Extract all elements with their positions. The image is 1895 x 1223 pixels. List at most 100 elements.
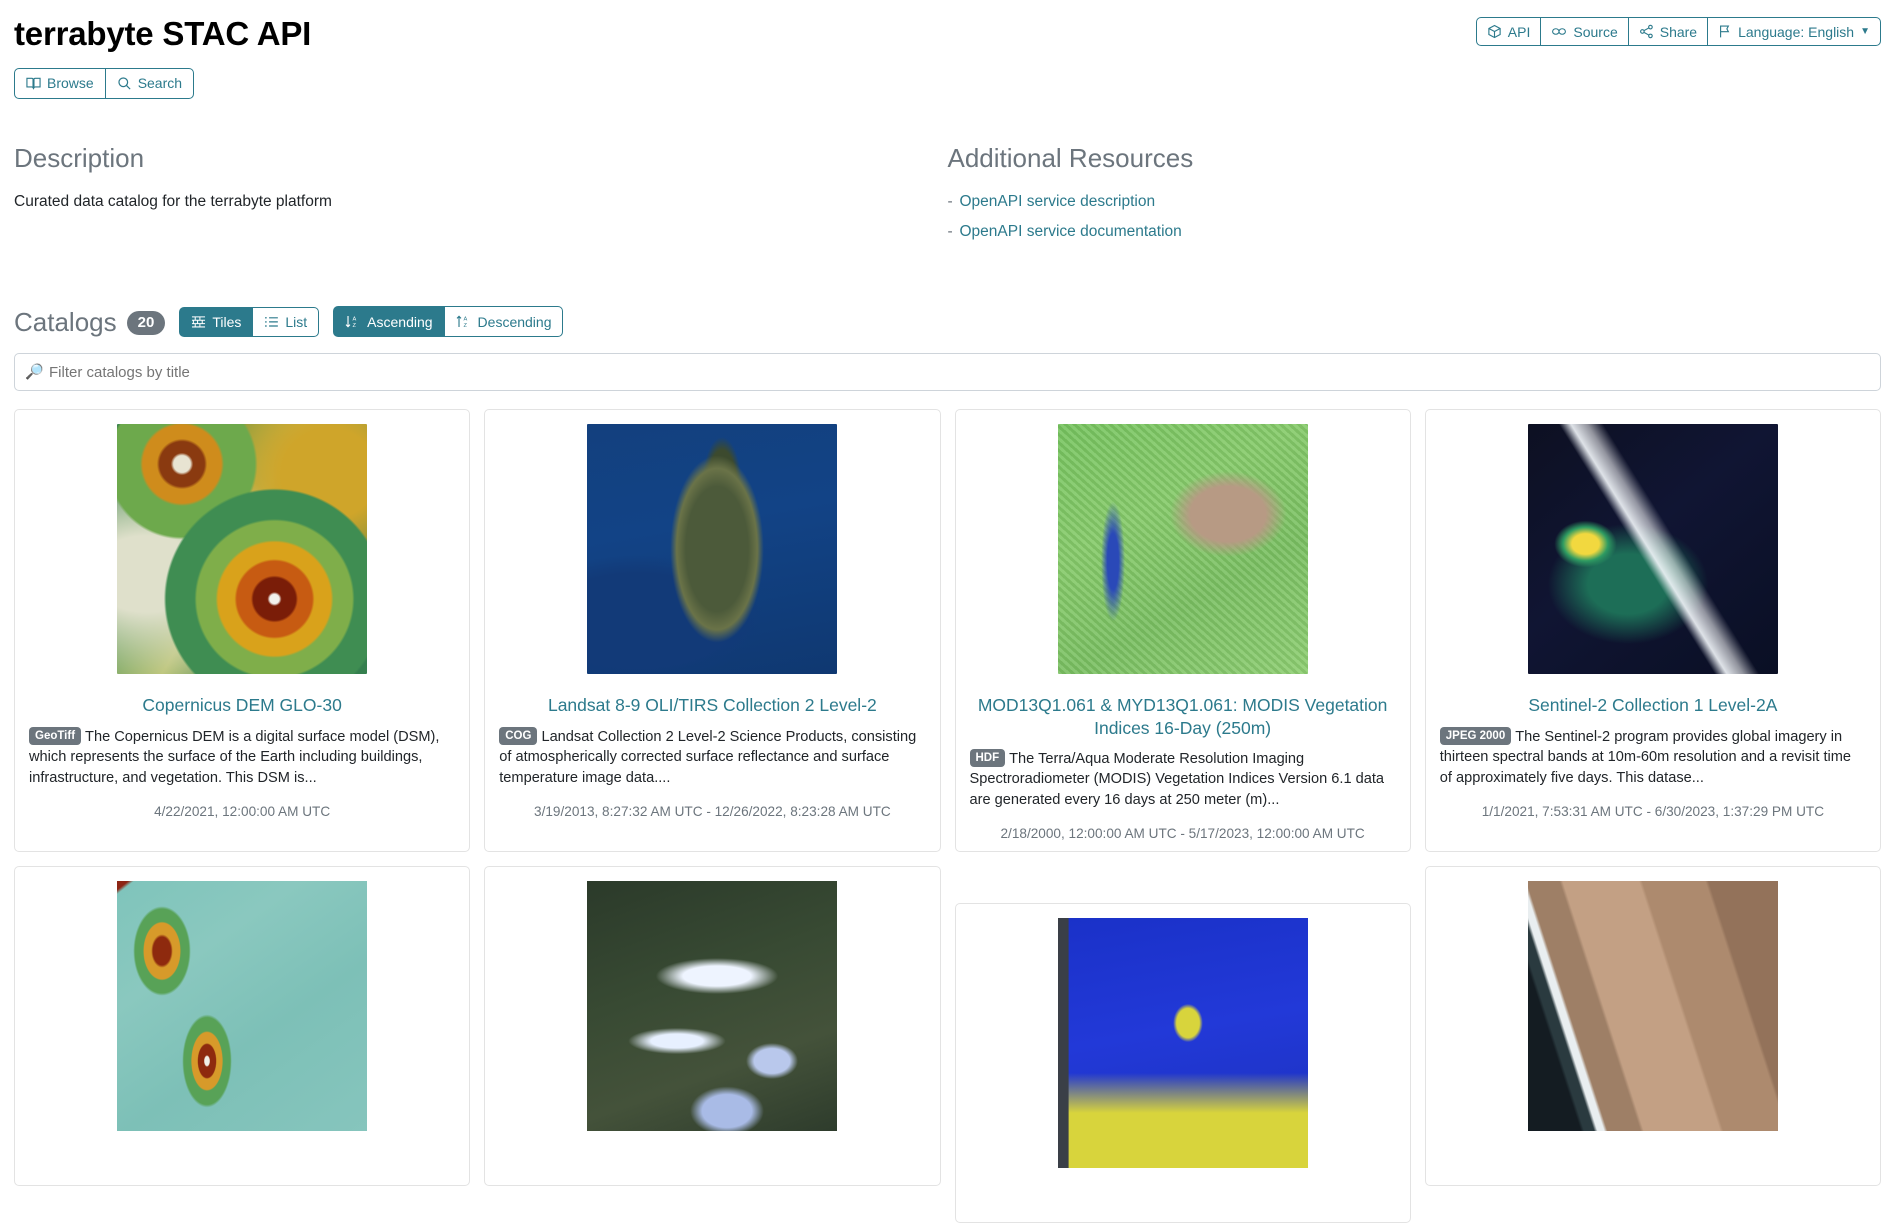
language-button[interactable]: Language: English ▼	[1707, 17, 1881, 46]
list-label: List	[285, 313, 308, 330]
catalog-card[interactable]	[14, 866, 471, 1187]
card-thumbnail	[1527, 881, 1778, 1132]
catalogs-heading-wrap: Catalogs 20	[14, 306, 166, 337]
share-button[interactable]: Share	[1627, 17, 1709, 46]
card-date-range: 1/1/2021, 7:53:31 AM UTC - 6/30/2023, 1:…	[1481, 803, 1825, 819]
svg-text:A: A	[463, 317, 467, 323]
catalog-card[interactable]	[954, 903, 1411, 1223]
card-description-text: The Terra/Aqua Moderate Resolution Imagi…	[969, 751, 1385, 808]
catalogs-count-badge: 20	[126, 310, 166, 336]
description-heading: Description	[14, 142, 145, 173]
description-section: Description Curated data catalog for the…	[14, 143, 948, 251]
card-date-range: 2/18/2000, 12:00:00 AM UTC - 5/17/2023, …	[1000, 826, 1365, 842]
description-text: Curated data catalog for the terrabyte p…	[14, 192, 332, 210]
book-icon	[26, 76, 41, 91]
resources-section: Additional Resources - OpenAPI service d…	[948, 143, 1882, 251]
svg-text:Z: Z	[463, 324, 467, 330]
source-button[interactable]: Source	[1540, 17, 1629, 46]
catalog-card[interactable]	[484, 866, 941, 1187]
sort-descending-button[interactable]: A Z Descending	[443, 306, 564, 338]
chevron-down-icon: ▼	[1860, 25, 1870, 37]
filter-row: 🔎	[14, 353, 1881, 392]
svg-text:A: A	[353, 317, 357, 323]
card-title[interactable]: Sentinel-2 Collection 1 Level-2A	[1528, 694, 1777, 716]
title-block: terrabyte STAC API Browse Search	[14, 14, 311, 99]
page-root: terrabyte STAC API Browse Search API Sou…	[0, 0, 1895, 1223]
search-label: Search	[137, 75, 183, 92]
card-title[interactable]: MOD13Q1.061 & MYD13Q1.061: MODIS Vegetat…	[970, 694, 1396, 739]
filter-field-wrap: 🔎	[14, 353, 1881, 392]
filter-catalogs-input[interactable]	[14, 353, 1881, 392]
card-thumbnail	[587, 881, 838, 1132]
bullet-dash: -	[947, 223, 953, 241]
list-view-button[interactable]: List	[252, 306, 320, 337]
sort-desc-icon: A Z	[456, 314, 472, 329]
openapi-description-link[interactable]: OpenAPI service description	[960, 193, 1156, 210]
search-icon	[117, 76, 132, 91]
card-thumbnail	[1057, 424, 1308, 675]
browse-label: Browse	[47, 75, 94, 92]
info-row: Description Curated data catalog for the…	[14, 143, 1881, 251]
bullet-dash: -	[947, 192, 953, 210]
card-thumbnail	[1057, 918, 1308, 1169]
catalog-card-grid-row2	[14, 866, 1881, 1223]
sort-order-toggle: A Z Ascending A Z Descending	[333, 306, 564, 338]
card-description-text: The Copernicus DEM is a digital surface …	[29, 728, 440, 786]
link-icon	[1551, 24, 1567, 39]
card-title[interactable]: Landsat 8-9 OLI/TIRS Collection 2 Level-…	[548, 694, 877, 716]
ascending-label: Ascending	[367, 313, 433, 330]
api-label: API	[1507, 23, 1531, 40]
descending-label: Descending	[477, 313, 552, 330]
card-description: COG Landsat Collection 2 Level-2 Science …	[499, 726, 925, 788]
list-item: - OpenAPI service description	[948, 190, 1862, 213]
catalogs-toolbar: Catalogs 20 Tiles List A Z Ascending A Z…	[14, 306, 1881, 338]
card-date-range: 3/19/2013, 8:27:32 AM UTC - 12/26/2022, …	[534, 803, 891, 819]
card-thumbnail	[117, 881, 368, 1132]
catalog-card[interactable]	[1424, 866, 1881, 1187]
cube-icon	[1487, 24, 1502, 39]
browse-button[interactable]: Browse	[14, 67, 106, 99]
format-badge: GeoTiff	[29, 726, 82, 745]
format-badge: HDF	[969, 749, 1006, 768]
tiles-icon	[191, 315, 206, 329]
language-label: Language: English	[1738, 23, 1855, 40]
card-description: HDF The Terra/Aqua Moderate Resolution Im…	[969, 749, 1396, 810]
openapi-documentation-link[interactable]: OpenAPI service documentation	[960, 223, 1182, 240]
catalog-card[interactable]: Sentinel-2 Collection 1 Level-2A JPEG 20…	[1424, 409, 1881, 853]
share-icon	[1639, 24, 1654, 39]
page-title: terrabyte STAC API	[14, 15, 312, 52]
card-thumbnail	[1527, 424, 1778, 675]
primary-nav: Browse Search	[14, 67, 195, 99]
format-badge: JPEG 2000	[1439, 726, 1512, 745]
catalog-card[interactable]: Copernicus DEM GLO-30 GeoTiff The Coperni…	[14, 409, 471, 853]
catalog-card-grid: Copernicus DEM GLO-30 GeoTiff The Coperni…	[14, 409, 1881, 853]
tiles-view-button[interactable]: Tiles	[179, 306, 254, 337]
resources-list: - OpenAPI service description - OpenAPI …	[948, 190, 1862, 244]
tiles-label: Tiles	[212, 313, 242, 330]
card-description-text: Landsat Collection 2 Level-2 Science Pro…	[499, 728, 917, 786]
card-date-range: 4/22/2021, 12:00:00 AM UTC	[154, 803, 331, 819]
sort-asc-icon: A Z	[345, 314, 361, 329]
list-item: - OpenAPI service documentation	[948, 220, 1862, 243]
sort-ascending-button[interactable]: A Z Ascending	[333, 306, 445, 338]
api-button[interactable]: API	[1475, 17, 1542, 46]
view-mode-toggle: Tiles List	[179, 306, 320, 337]
app-header: terrabyte STAC API Browse Search API Sou…	[14, 0, 1881, 99]
format-badge: COG	[499, 726, 538, 745]
search-button[interactable]: Search	[104, 67, 195, 99]
catalogs-heading: Catalogs	[14, 306, 117, 337]
catalog-card[interactable]: MOD13Q1.061 & MYD13Q1.061: MODIS Vegetat…	[954, 409, 1411, 853]
header-toolbar: API Source Share Language: English ▼	[1475, 17, 1881, 46]
card-thumbnail	[117, 424, 368, 675]
card-title[interactable]: Copernicus DEM GLO-30	[142, 694, 341, 716]
share-label: Share	[1659, 23, 1698, 40]
source-label: Source	[1573, 23, 1618, 40]
card-description: GeoTiff The Copernicus DEM is a digital s…	[29, 726, 455, 788]
svg-text:Z: Z	[353, 324, 357, 330]
card-description: JPEG 2000 The Sentinel-2 program provides…	[1439, 726, 1866, 788]
flag-icon	[1718, 24, 1732, 39]
catalog-card[interactable]: Landsat 8-9 OLI/TIRS Collection 2 Level-…	[484, 409, 941, 853]
card-thumbnail	[587, 424, 838, 675]
list-icon	[264, 315, 279, 329]
resources-heading: Additional Resources	[947, 142, 1194, 173]
